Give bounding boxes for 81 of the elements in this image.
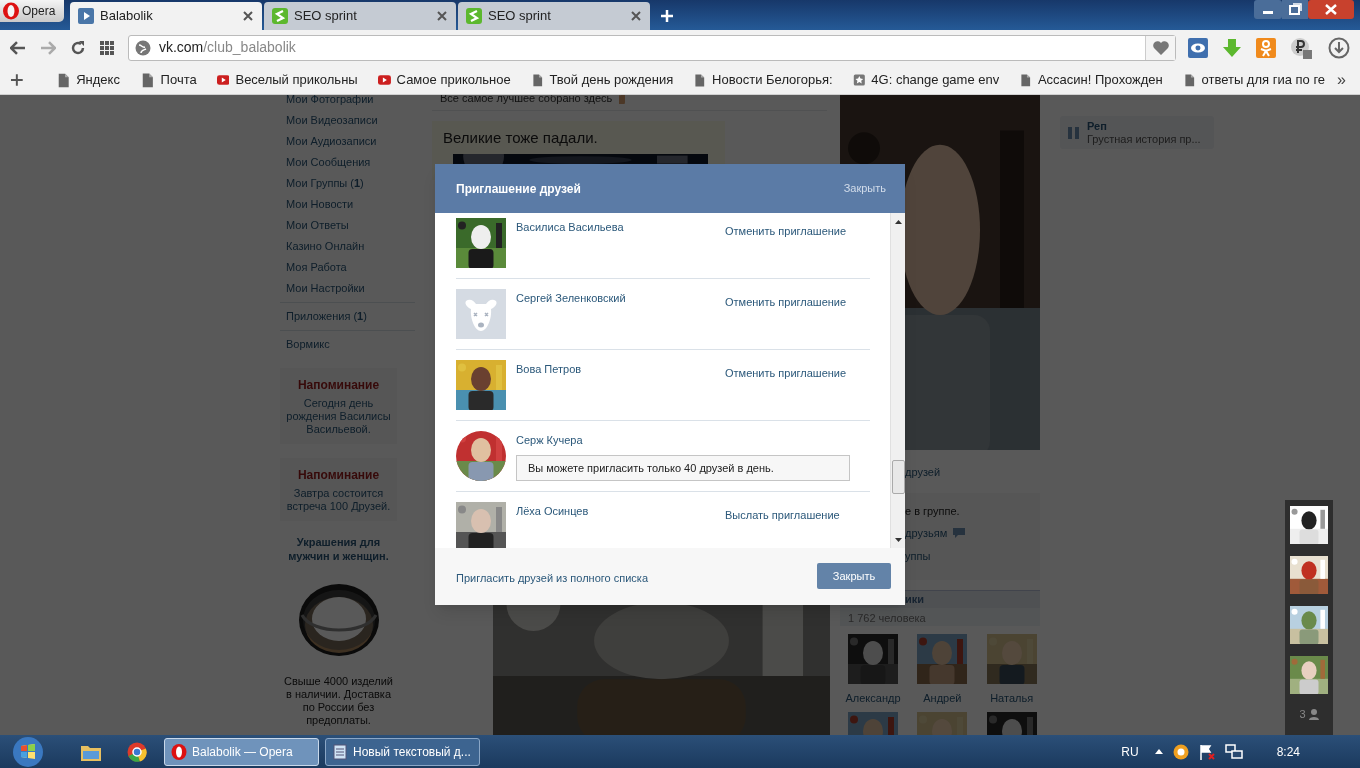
close-icon[interactable] — [1308, 0, 1354, 19]
reload-icon[interactable] — [69, 39, 86, 56]
limit-notice: Вы можете пригласить только 40 друзей в день. — [516, 454, 850, 481]
scroll-down-icon[interactable] — [895, 538, 902, 542]
friend-name[interactable]: Серж Кучера — [516, 432, 725, 449]
bookmark-item[interactable]: Твой день рождения — [522, 69, 674, 90]
language-indicator[interactable]: RU — [1121, 742, 1139, 761]
close-icon[interactable] — [436, 10, 448, 22]
minimize-icon[interactable] — [1254, 0, 1282, 19]
back-icon[interactable] — [10, 40, 26, 55]
bookmark-button[interactable] — [1145, 35, 1176, 60]
ruble-icon[interactable] — [1290, 36, 1313, 59]
document-icon — [693, 71, 707, 88]
info-text: е в группе. — [905, 503, 960, 519]
reminder-title: Напоминание — [297, 377, 380, 394]
friend-name[interactable]: Сергей Зеленковский — [516, 290, 725, 311]
bookmark-item[interactable]: Новости Белогорья: — [685, 69, 833, 90]
more-bookmarks-button[interactable]: » — [1337, 67, 1346, 92]
eye-icon[interactable] — [1188, 37, 1209, 58]
cancel-invite-link[interactable]: Отменить приглашение — [725, 294, 847, 311]
opera-logo-icon — [2, 2, 20, 20]
document-icon — [1019, 71, 1032, 88]
clock-text[interactable]: 8:24 — [1276, 742, 1300, 761]
browser-tab[interactable]: SEO sprint — [458, 2, 650, 30]
heart-icon — [1151, 39, 1170, 56]
bookmark-item[interactable]: Яндекс — [47, 69, 120, 90]
track-title: Грустная история пр... — [1087, 132, 1201, 146]
dialog-title: Приглашение друзей — [456, 180, 581, 198]
bookmark-item[interactable]: Веселый прикольны — [208, 69, 358, 90]
reminder-text: Завтра состоится встреча 100 Друзей. — [285, 487, 392, 513]
close-icon[interactable] — [242, 10, 254, 22]
dog-avatar-icon — [456, 289, 506, 339]
address-field[interactable]: vk.com/club_balabolik — [127, 34, 1177, 61]
menu-button[interactable]: Opera — [0, 0, 64, 22]
restore-icon[interactable] — [1282, 0, 1308, 19]
download-icon[interactable] — [1328, 36, 1350, 59]
speed-dial-icon[interactable] — [99, 40, 114, 55]
close-button[interactable]: Закрыть — [817, 563, 891, 589]
zigzag-icon — [466, 8, 482, 24]
cancel-invite-link[interactable]: Отменить приглашение — [725, 365, 847, 382]
reminder-title: Напоминание — [297, 467, 380, 484]
friend-name[interactable]: Лёха Осинцев — [516, 503, 725, 524]
post-title: Великие тоже падали. — [443, 128, 599, 148]
track-artist: Реп — [1087, 119, 1108, 133]
add-icon[interactable] — [10, 72, 24, 87]
person-icon — [1308, 708, 1319, 720]
scroll-thumb[interactable] — [892, 460, 905, 494]
browser-tab[interactable]: SEO sprint — [264, 2, 456, 30]
scrollbar[interactable] — [890, 213, 905, 548]
bookmark-item[interactable]: Самое прикольное — [369, 69, 511, 90]
url-text: vk.com/club_balabolik — [158, 38, 297, 57]
online-count: 3 — [1299, 707, 1306, 722]
friend-name[interactable]: Василиса Васильева — [516, 219, 725, 240]
document-icon — [530, 71, 544, 88]
cancel-invite-link[interactable]: Отменить приглашение — [725, 223, 847, 240]
bookmark-item[interactable]: Ассасин! Прохожден — [1011, 69, 1163, 90]
browser-tab[interactable]: Balabolik — [70, 2, 262, 30]
full-list-link[interactable]: Пригласить друзей из полного списка — [456, 570, 648, 587]
bookmark-item[interactable]: ответы для гиа по ге — [1174, 69, 1326, 90]
document-icon — [1182, 71, 1196, 88]
opera-logo-icon — [171, 743, 187, 760]
tray-arrow-icon[interactable] — [1154, 749, 1163, 754]
bookmark-item[interactable]: Почта — [131, 69, 197, 90]
zigzag-icon — [272, 8, 288, 24]
browser-icon[interactable] — [127, 741, 147, 762]
send-invite-link[interactable]: Выслать приглашение — [725, 507, 840, 524]
close-icon[interactable] — [630, 10, 642, 22]
flag-icon[interactable] — [1198, 743, 1215, 760]
friend-name[interactable]: Вова Петров — [516, 361, 725, 382]
bookmark-item[interactable]: 4G: change game env — [844, 69, 1000, 90]
new-tab-icon[interactable] — [660, 9, 674, 23]
ring-app-icon[interactable] — [1172, 743, 1189, 760]
comment-icon — [953, 528, 966, 539]
play-icon — [78, 8, 94, 24]
scroll-up-icon[interactable] — [895, 220, 902, 224]
ad-text: Свыше 4000 изделий в наличии. Доставка по России без предоплаты. — [282, 675, 394, 727]
hand-icon — [616, 95, 627, 104]
network-icon[interactable] — [1224, 743, 1243, 760]
notepad-icon — [332, 743, 348, 760]
taskbar-button[interactable]: Новый текстовый д... — [325, 737, 480, 766]
reminder-text: Сегодня день рождения Василисы Васильевой. — [285, 397, 392, 436]
